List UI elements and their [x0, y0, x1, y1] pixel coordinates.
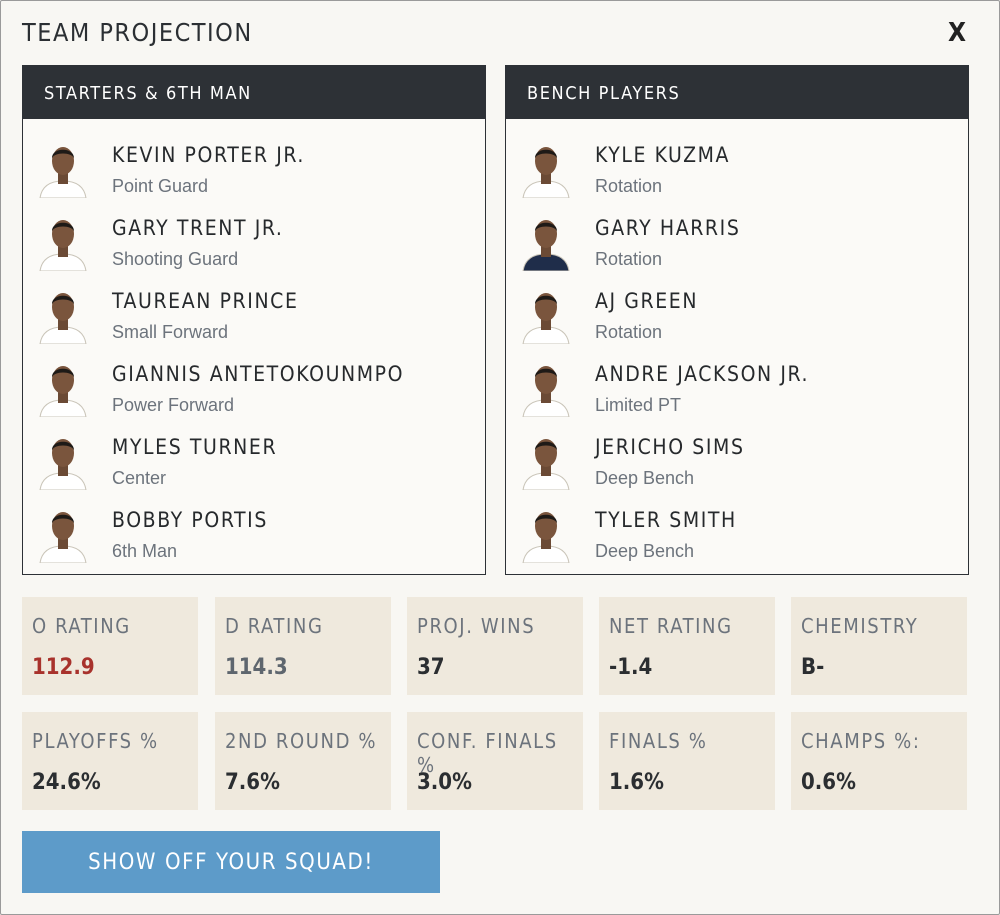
player-role: 6th Man — [112, 541, 178, 561]
player-name: AJ GREEN — [595, 289, 699, 313]
player-row: GIANNIS ANTETOKOUNMPO Power Forward — [23, 350, 485, 423]
player-name: JERICHO SIMS — [595, 435, 745, 459]
stat-value: 114.3 — [225, 655, 288, 680]
player-headshot-icon — [522, 366, 570, 417]
close-button[interactable]: X — [948, 18, 966, 48]
stat-d-rating: D RATING 114.3 — [215, 597, 391, 695]
bench-panel: BENCH PLAYERS KYLE KUZMA Rotation GARY HAR… — [505, 65, 969, 575]
stat-label: PROJ. WINS — [417, 614, 536, 638]
player-headshot-icon — [522, 439, 570, 490]
player-row: KEVIN PORTER JR. Point Guard — [23, 131, 485, 204]
stat-champs: CHAMPS %: 0.6% — [791, 712, 967, 810]
starters-heading: STARTERS & 6TH MAN — [23, 66, 485, 119]
stat-value: 112.9 — [32, 655, 95, 680]
player-name: TYLER SMITH — [595, 508, 737, 532]
player-headshot-icon — [39, 220, 87, 271]
player-headshot-icon — [39, 147, 87, 198]
player-headshot-icon — [39, 293, 87, 344]
stat-value: -1.4 — [609, 655, 653, 680]
player-name: ANDRE JACKSON JR. — [595, 362, 810, 386]
player-row: TAUREAN PRINCE Small Forward — [23, 277, 485, 350]
stat-second-round: 2ND ROUND % 7.6% — [215, 712, 391, 810]
stat-label: NET RATING — [609, 614, 733, 638]
stat-o-rating: O RATING 112.9 — [22, 597, 198, 695]
page-title: TEAM PROJECTION — [22, 18, 253, 47]
stat-chemistry: CHEMISTRY B- — [791, 597, 967, 695]
stat-playoffs: PLAYOFFS % 24.6% — [22, 712, 198, 810]
stat-label: O RATING — [32, 614, 131, 638]
player-row: TYLER SMITH Deep Bench — [506, 496, 968, 569]
player-role: Rotation — [595, 249, 663, 269]
stat-value: 7.6% — [225, 770, 280, 795]
stat-value: 37 — [417, 655, 445, 680]
player-headshot-icon — [522, 147, 570, 198]
player-row: GARY TRENT JR. Shooting Guard — [23, 204, 485, 277]
player-role: Small Forward — [112, 322, 229, 342]
stat-label: CHAMPS %: — [801, 729, 921, 753]
player-role: Center — [112, 468, 167, 488]
player-name: BOBBY PORTIS — [112, 508, 268, 532]
player-headshot-icon — [522, 220, 570, 271]
stat-finals: FINALS % 1.6% — [599, 712, 775, 810]
player-headshot-icon — [522, 293, 570, 344]
player-row: JERICHO SIMS Deep Bench — [506, 423, 968, 496]
player-row: MYLES TURNER Center — [23, 423, 485, 496]
stat-value: 24.6% — [32, 770, 101, 795]
stat-value: 0.6% — [801, 770, 856, 795]
player-headshot-icon — [522, 512, 570, 563]
player-row: KYLE KUZMA Rotation — [506, 131, 968, 204]
player-role: Rotation — [595, 176, 663, 196]
player-row: BOBBY PORTIS 6th Man — [23, 496, 485, 569]
stat-label: FINALS % — [609, 729, 708, 753]
player-headshot-icon — [39, 439, 87, 490]
player-headshot-icon — [39, 512, 87, 563]
bench-heading: BENCH PLAYERS — [506, 66, 968, 119]
player-role: Deep Bench — [595, 468, 695, 488]
player-role: Deep Bench — [595, 541, 695, 561]
stat-label: D RATING — [225, 614, 324, 638]
player-role: Shooting Guard — [112, 249, 239, 269]
player-name: TAUREAN PRINCE — [112, 289, 299, 313]
player-name: GARY HARRIS — [595, 216, 741, 240]
player-row: ANDRE JACKSON JR. Limited PT — [506, 350, 968, 423]
stat-value: B- — [801, 655, 825, 680]
player-name: KYLE KUZMA — [595, 143, 731, 167]
starters-panel: STARTERS & 6TH MAN KEVIN PORTER JR. Point… — [22, 65, 486, 575]
player-role: Power Forward — [112, 395, 235, 415]
player-role: Rotation — [595, 322, 663, 342]
stat-net-rating: NET RATING -1.4 — [599, 597, 775, 695]
player-row: GARY HARRIS Rotation — [506, 204, 968, 277]
stat-label: 2ND ROUND % — [225, 729, 378, 753]
stat-value: 1.6% — [609, 770, 664, 795]
player-headshot-icon — [39, 366, 87, 417]
stat-label: CHEMISTRY — [801, 614, 919, 638]
player-role: Limited PT — [595, 395, 682, 415]
player-row: AJ GREEN Rotation — [506, 277, 968, 350]
player-name: MYLES TURNER — [112, 435, 278, 459]
stat-value: 3.0% — [417, 770, 472, 795]
player-name: KEVIN PORTER JR. — [112, 143, 305, 167]
player-role: Point Guard — [112, 176, 209, 196]
player-name: GIANNIS ANTETOKOUNMPO — [112, 362, 405, 386]
stat-label: PLAYOFFS % — [32, 729, 159, 753]
show-off-squad-button[interactable]: SHOW OFF YOUR SQUAD! — [22, 831, 440, 893]
stat-proj-wins: PROJ. WINS 37 — [407, 597, 583, 695]
player-name: GARY TRENT JR. — [112, 216, 284, 240]
stat-conf-finals: CONF. FINALS % 3.0% — [407, 712, 583, 810]
